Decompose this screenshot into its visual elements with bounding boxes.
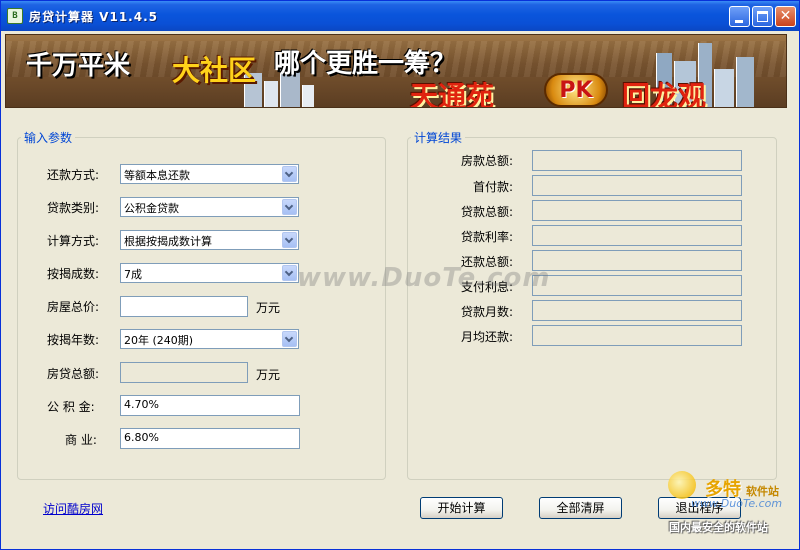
calc-method-label: 计算方式: — [47, 234, 100, 248]
result-field-down-payment — [532, 175, 742, 196]
app-window: B 房贷计算器 V11.4.5 ✕ 千万平米 大社区 哪个更胜一筹？ 天通苑 P… — [0, 0, 800, 550]
result-field-loan-total — [532, 200, 742, 221]
watermark-url: www.DuoTe.com — [691, 497, 783, 510]
dropdown-button[interactable] — [282, 265, 297, 281]
loan-total-label: 房贷总额: — [47, 367, 100, 381]
loan-total-field — [120, 362, 248, 383]
repay-method-value: 等额本息还款 — [124, 169, 190, 182]
result-field-house-total — [532, 150, 742, 171]
fund-rate-value: 4.70% — [124, 398, 159, 411]
mortgage-ratio-label: 按揭成数: — [47, 267, 100, 281]
house-price-label: 房屋总价: — [47, 300, 100, 314]
building-shape — [264, 81, 278, 107]
mortgage-years-label: 按揭年数: — [47, 333, 100, 347]
minimize-button[interactable] — [729, 6, 750, 27]
banner-text-red: 天通苑 — [410, 80, 495, 108]
chevron-down-icon — [284, 333, 294, 343]
loan-type-select[interactable]: 公积金贷款 — [120, 197, 299, 217]
visit-site-link[interactable]: 访问酷房网 — [43, 500, 103, 517]
result-label-down-payment: 首付款: — [472, 180, 513, 194]
dropdown-button[interactable] — [282, 166, 297, 182]
maximize-icon — [757, 11, 768, 22]
watermark-text: www.DuoTe.com — [297, 263, 551, 293]
chevron-down-icon — [284, 168, 294, 178]
result-label-monthly-payment: 月均还款: — [460, 330, 513, 344]
result-field-interest — [532, 275, 742, 296]
watermark-slogan: 国内最安全的软件站 — [669, 521, 768, 534]
result-group-title: 计算结果 — [411, 129, 466, 146]
banner-ad[interactable]: 千万平米 大社区 哪个更胜一筹？ 天通苑 PK 回龙观 — [5, 34, 787, 108]
building-shape — [302, 85, 314, 107]
loan-total-unit: 万元 — [256, 368, 281, 382]
banner-text: 千万平米 — [26, 51, 131, 81]
maximize-button[interactable] — [752, 6, 773, 27]
mortgage-ratio-value: 7成 — [124, 268, 142, 281]
start-calc-button[interactable]: 开始计算 — [420, 497, 503, 519]
commercial-rate-label: 商 业: — [65, 433, 97, 447]
building-shape — [736, 57, 754, 107]
dropdown-button[interactable] — [282, 331, 297, 347]
fund-rate-field[interactable]: 4.70% — [120, 395, 300, 416]
minimize-icon — [735, 20, 743, 23]
clear-all-button[interactable]: 全部清屏 — [539, 497, 622, 519]
chevron-down-icon — [284, 234, 294, 244]
loan-type-label: 贷款类别: — [47, 201, 100, 215]
calc-method-value: 根据按揭成数计算 — [124, 235, 212, 248]
result-field-monthly-payment — [532, 325, 742, 346]
commercial-rate-value: 6.80% — [124, 431, 159, 444]
chevron-down-icon — [284, 267, 294, 277]
mortgage-ratio-select[interactable]: 7成 — [120, 263, 299, 283]
mortgage-years-value: 20年 (240期) — [124, 334, 194, 347]
repay-method-label: 还款方式: — [47, 168, 100, 182]
loan-type-value: 公积金贷款 — [124, 202, 179, 215]
house-price-input[interactable] — [120, 296, 248, 317]
fund-rate-label: 公 积 金: — [47, 400, 95, 414]
close-button[interactable]: ✕ — [775, 6, 796, 27]
result-field-loan-months — [532, 300, 742, 321]
close-icon: ✕ — [779, 8, 792, 24]
result-label-house-total: 房款总额: — [460, 154, 513, 168]
repay-method-select[interactable]: 等额本息还款 — [120, 164, 299, 184]
banner-text-red: 回龙观 — [622, 80, 707, 108]
house-price-unit: 万元 — [256, 301, 281, 315]
chevron-down-icon — [284, 201, 294, 211]
duote-logo-icon — [668, 471, 696, 499]
dropdown-button[interactable] — [282, 232, 297, 248]
input-group-title: 输入参数 — [21, 129, 76, 146]
window-title: 房贷计算器 V11.4.5 — [29, 10, 158, 24]
result-label-loan-total: 贷款总额: — [460, 205, 513, 219]
app-icon: B — [7, 8, 23, 24]
result-field-repay-total — [532, 250, 742, 271]
dropdown-button[interactable] — [282, 199, 297, 215]
building-shape — [714, 69, 734, 107]
pk-text: PK — [559, 78, 593, 103]
result-label-loan-months: 贷款月数: — [460, 305, 513, 319]
result-field-loan-rate — [532, 225, 742, 246]
calc-method-select[interactable]: 根据按揭成数计算 — [120, 230, 299, 250]
mortgage-years-select[interactable]: 20年 (240期) — [120, 329, 299, 349]
banner-text-highlight: 大社区 — [172, 54, 257, 87]
commercial-rate-field[interactable]: 6.80% — [120, 428, 300, 449]
title-bar[interactable]: B 房贷计算器 V11.4.5 ✕ — [1, 1, 799, 31]
result-label-loan-rate: 贷款利率: — [460, 230, 513, 244]
pk-badge: PK — [544, 73, 608, 107]
